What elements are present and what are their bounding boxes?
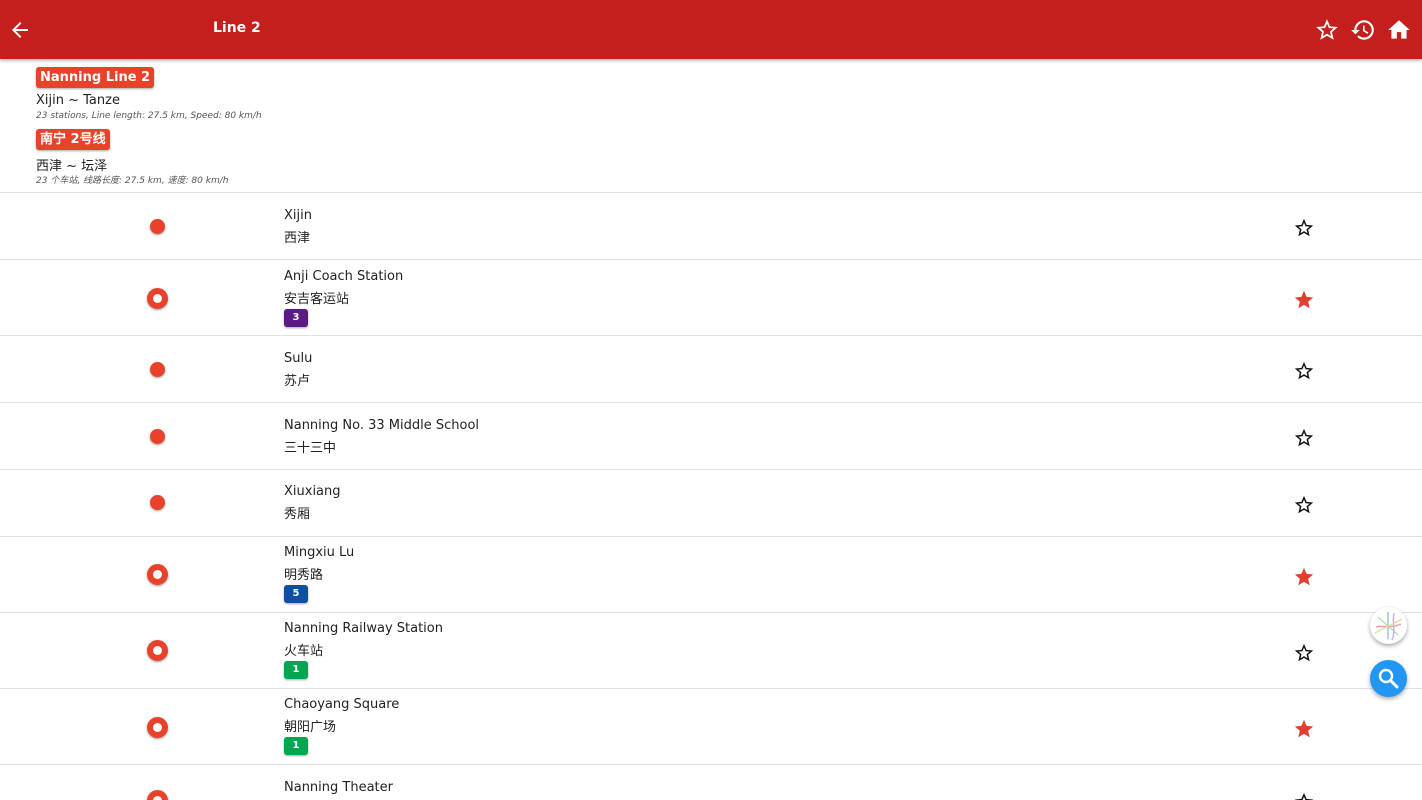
station-name-zh: 三十三中 bbox=[284, 441, 337, 456]
station-row[interactable]: Xijin 西津 bbox=[0, 193, 1422, 259]
station-name-zh: 苏卢 bbox=[284, 374, 311, 389]
station-name-zh: 明秀路 bbox=[284, 568, 324, 583]
line-info-zh: 23 个车站, 线路长度: 27.5 km, 速度: 80 km/h bbox=[36, 176, 229, 186]
station-row[interactable]: Xiuxiang 秀厢 bbox=[0, 470, 1422, 536]
station-row[interactable]: Chaoyang Square 朝阳广场 1 bbox=[0, 689, 1422, 764]
transfer-line-badge: 1 bbox=[284, 661, 308, 679]
station-name-en: Nanning Theater bbox=[284, 780, 393, 795]
home-icon[interactable] bbox=[1386, 17, 1412, 43]
station-name-en: Sulu bbox=[284, 351, 313, 366]
search-icon bbox=[1378, 668, 1399, 689]
transfer-line-badge: 5 bbox=[284, 585, 308, 603]
transfer-station-dot bbox=[147, 717, 168, 738]
station-dot bbox=[150, 219, 165, 234]
station-name-en: Anji Coach Station bbox=[284, 269, 404, 284]
star-filled-icon[interactable] bbox=[1293, 289, 1315, 311]
page-title: Line 2 bbox=[213, 20, 261, 36]
star-outline-icon[interactable] bbox=[1293, 217, 1315, 239]
star-outline-icon[interactable] bbox=[1293, 494, 1315, 516]
transfer-line-badge: 1 bbox=[284, 737, 308, 755]
metro-map-icon bbox=[1374, 612, 1403, 641]
station-row[interactable]: Nanning Theater bbox=[0, 765, 1422, 800]
station-name-en: Xijin bbox=[284, 208, 312, 223]
star-filled-icon[interactable] bbox=[1293, 566, 1315, 588]
station-row[interactable]: Anji Coach Station 安吉客运站 3 bbox=[0, 260, 1422, 335]
star-outline-icon[interactable] bbox=[1293, 642, 1315, 664]
station-row[interactable]: Sulu 苏卢 bbox=[0, 336, 1422, 402]
transfer-station-dot bbox=[147, 288, 168, 309]
station-name-zh: 西津 bbox=[284, 231, 311, 246]
station-name-en: Nanning No. 33 Middle School bbox=[284, 418, 480, 433]
transfer-line-badge: 3 bbox=[284, 309, 308, 327]
line-info-en: 23 stations, Line length: 27.5 km, Speed… bbox=[36, 111, 262, 121]
station-dot bbox=[150, 495, 165, 510]
search-button[interactable] bbox=[1370, 660, 1407, 697]
station-name-en: Xiuxiang bbox=[284, 484, 341, 499]
line-route-zh: 西津 ~ 坛泽 bbox=[36, 159, 108, 174]
star-outline-icon[interactable] bbox=[1293, 427, 1315, 449]
station-name-zh: 秀厢 bbox=[284, 507, 311, 522]
arrow-back-icon[interactable] bbox=[8, 18, 32, 42]
station-row[interactable]: Nanning No. 33 Middle School 三十三中 bbox=[0, 403, 1422, 469]
app-bar: Line 2 bbox=[0, 0, 1422, 59]
transfer-station-dot bbox=[147, 640, 168, 661]
star-outline-icon[interactable] bbox=[1293, 360, 1315, 382]
line-name-badge-zh: 南宁 2号线 bbox=[36, 129, 110, 150]
transfer-station-dot bbox=[147, 790, 168, 800]
transfer-station-dot bbox=[147, 564, 168, 585]
star-outline-icon[interactable] bbox=[1314, 17, 1340, 43]
station-name-en: Nanning Railway Station bbox=[284, 621, 443, 636]
station-dot bbox=[150, 429, 165, 444]
line-name-badge-en: Nanning Line 2 bbox=[36, 67, 155, 88]
history-icon[interactable] bbox=[1350, 17, 1376, 43]
station-name-zh: 火车站 bbox=[284, 644, 324, 659]
star-outline-icon[interactable] bbox=[1293, 791, 1315, 800]
station-name-en: Mingxiu Lu bbox=[284, 545, 355, 560]
station-name-en: Chaoyang Square bbox=[284, 697, 400, 712]
line-header: Nanning Line 2 Xijin ~ Tanze 23 stations… bbox=[0, 59, 1422, 192]
station-row[interactable]: Mingxiu Lu 明秀路 5 bbox=[0, 537, 1422, 612]
line-route-en: Xijin ~ Tanze bbox=[36, 93, 120, 108]
station-row[interactable]: Nanning Railway Station 火车站 1 bbox=[0, 613, 1422, 688]
station-name-zh: 朝阳广场 bbox=[284, 720, 337, 735]
station-name-zh: 安吉客运站 bbox=[284, 292, 350, 307]
star-filled-icon[interactable] bbox=[1293, 718, 1315, 740]
station-dot bbox=[150, 362, 165, 377]
metro-map-button[interactable] bbox=[1370, 607, 1407, 644]
